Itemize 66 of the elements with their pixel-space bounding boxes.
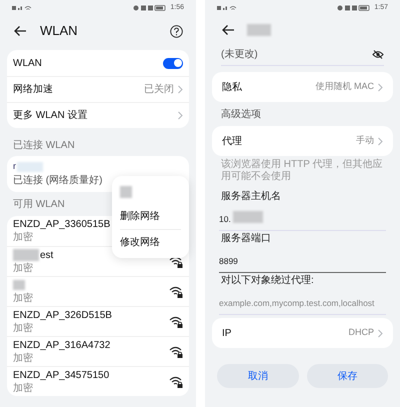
- setting-label: 代理: [222, 134, 243, 148]
- settings-card[interactable]: 隐私 使用随机 MAC: [212, 72, 393, 102]
- field-label: 服务器主机名: [220, 190, 282, 204]
- redaction-block: [13, 249, 39, 261]
- network-name: r: [13, 160, 16, 173]
- menu-item[interactable]: 删除网络: [120, 204, 181, 229]
- network-name: ENZD_AP_3360515B: [13, 218, 110, 232]
- security-label: 加密: [13, 292, 33, 304]
- wifi-lock-icon: [169, 316, 183, 328]
- redaction-block: [233, 211, 263, 223]
- field-label: 服务器端口: [220, 232, 272, 246]
- redaction-block: [120, 186, 132, 198]
- action-button[interactable]: 保存: [306, 364, 388, 388]
- password-field-hint: (未更改): [221, 48, 258, 62]
- setting-value: 手动: [356, 134, 374, 148]
- redaction-block: [17, 162, 43, 172]
- help-icon[interactable]: [170, 24, 183, 38]
- security-label: 加密: [13, 322, 33, 334]
- page-title: WLAN: [40, 22, 79, 40]
- setting-label: 隐私: [222, 80, 243, 94]
- signal-status-icons: [12, 5, 34, 11]
- security-label: 加密: [13, 352, 33, 364]
- back-arrow-icon[interactable]: [221, 24, 235, 36]
- action-button[interactable]: 取消: [217, 364, 298, 388]
- network-name: ENZD_AP_316A4732: [13, 338, 110, 352]
- network-name: est: [40, 248, 54, 262]
- wifi-lock-icon: [169, 346, 183, 358]
- setting-value: 使用随机 MAC: [316, 80, 374, 94]
- input-field[interactable]: 8899: [219, 250, 386, 272]
- field-label: 对以下对象绕过代理:: [220, 274, 315, 288]
- status-icons: [133, 5, 168, 11]
- security-label: 加密: [13, 231, 33, 244]
- settings-card[interactable]: IP DHCP: [212, 318, 393, 348]
- setting-label: 网络加速: [13, 82, 54, 97]
- input-field[interactable]: example.com,mycomp.test.com,localhost: [219, 292, 386, 314]
- settings-card[interactable]: 代理 手动: [212, 126, 393, 156]
- chevron-right-icon: [377, 82, 383, 92]
- setting-label: WLAN: [13, 56, 43, 70]
- redaction-block: [13, 280, 25, 290]
- chevron-right-icon: [177, 85, 183, 94]
- wifi-lock-icon: [169, 256, 183, 268]
- menu-item[interactable]: 修改网络: [120, 229, 181, 254]
- connection-status: 已连接 (网络质量好): [13, 174, 104, 188]
- network-name: ENZD_AP_34575150: [13, 368, 110, 382]
- setting-label: IP: [222, 326, 232, 340]
- chevron-right-icon: [377, 328, 383, 338]
- section-header: 高级选项: [221, 108, 261, 122]
- security-label: 加密: [13, 262, 33, 274]
- security-label: 加密: [13, 382, 33, 394]
- section-header: 已连接 WLAN: [13, 138, 75, 153]
- network-name: ENZD_AP_326D515B: [13, 308, 112, 322]
- eye-off-icon[interactable]: [372, 50, 384, 59]
- signal-status-icons: [217, 5, 239, 11]
- proxy-note: 该浏览器使用 HTTP 代理，但其他应用可能不会使用: [220, 158, 384, 184]
- back-arrow-icon[interactable]: [13, 25, 27, 37]
- redaction-block: [247, 24, 271, 36]
- setting-value: 已关闭: [144, 82, 174, 97]
- wifi-lock-icon: [169, 286, 183, 298]
- section-header: 可用 WLAN: [13, 198, 65, 212]
- wifi-lock-icon: [169, 376, 183, 388]
- status-icons: [337, 5, 372, 11]
- setting-value: DHCP: [348, 326, 374, 340]
- chevron-right-icon: [177, 111, 183, 120]
- toggle-switch[interactable]: [163, 58, 183, 68]
- chevron-right-icon: [377, 136, 383, 146]
- setting-label: 更多 WLAN 设置: [13, 108, 88, 123]
